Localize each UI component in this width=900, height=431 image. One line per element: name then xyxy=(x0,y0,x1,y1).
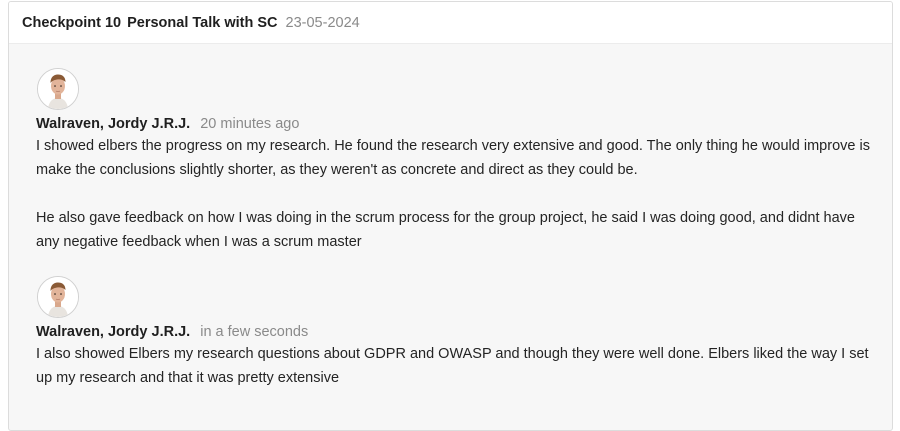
comment-list: Walraven, Jordy J.R.J. 20 minutes ago I … xyxy=(36,68,881,412)
comment-paragraph: He also gave feedback on how I was doing… xyxy=(36,210,855,250)
comment-paragraph: I showed elbers the progress on my resea… xyxy=(36,138,870,178)
checkpoint-date: 23-05-2024 xyxy=(285,14,360,31)
comment-timestamp: in a few seconds xyxy=(200,324,309,340)
comment-timestamp: 20 minutes ago xyxy=(200,116,300,132)
comment-item: Walraven, Jordy J.R.J. in a few seconds … xyxy=(36,276,881,390)
comment-item: Walraven, Jordy J.R.J. 20 minutes ago I … xyxy=(36,68,881,254)
comment-body: I showed elbers the progress on my resea… xyxy=(36,134,881,254)
checkpoint-header: Checkpoint 10 Personal Talk with SC 23-0… xyxy=(9,2,892,44)
comment-paragraph: I also showed Elbers my research questio… xyxy=(36,346,869,386)
comment-author[interactable]: Walraven, Jordy J.R.J. xyxy=(36,324,190,340)
comment-body: I also showed Elbers my research questio… xyxy=(36,342,881,390)
checkpoint-title: Personal Talk with SC xyxy=(127,14,278,31)
comment-author[interactable]: Walraven, Jordy J.R.J. xyxy=(36,116,190,132)
comment-meta: Walraven, Jordy J.R.J. in a few seconds xyxy=(36,322,881,342)
comment-meta: Walraven, Jordy J.R.J. 20 minutes ago xyxy=(36,114,881,134)
checkpoint-number: Checkpoint 10 xyxy=(22,14,122,31)
checkpoint-card: Checkpoint 10 Personal Talk with SC 23-0… xyxy=(8,1,893,431)
user-avatar-icon[interactable] xyxy=(37,68,79,110)
user-avatar-icon[interactable] xyxy=(37,276,79,318)
